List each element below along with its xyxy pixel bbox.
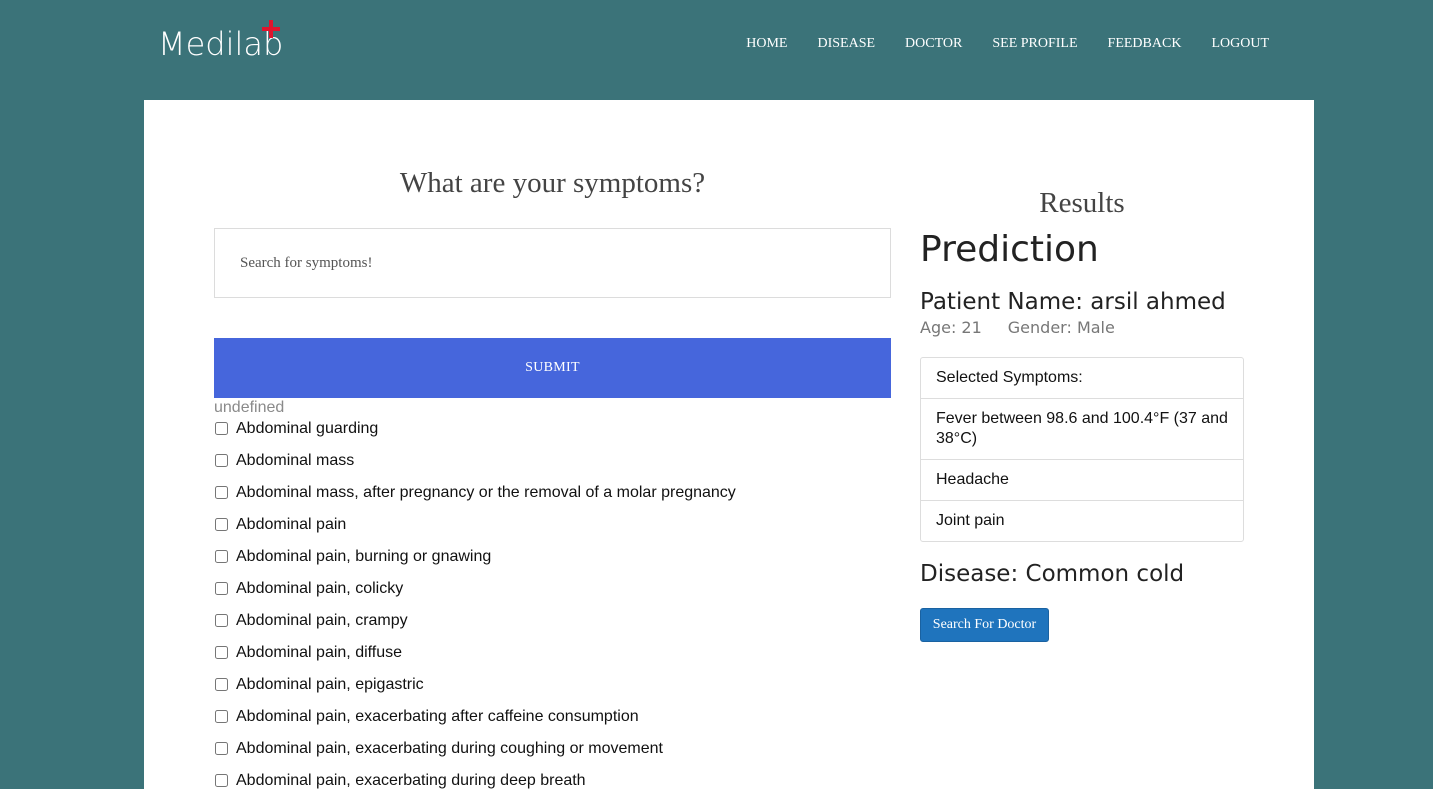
symptom-checkbox[interactable] xyxy=(215,518,228,531)
selected-symptoms-list: Selected Symptoms: Fever between 98.6 an… xyxy=(920,357,1244,542)
symptom-option: Abdominal pain, burning or gnawing xyxy=(214,548,736,580)
selected-symptom: Fever between 98.6 and 100.4°F (37 and 3… xyxy=(921,398,1243,459)
content-panel: What are your symptoms? SUBMIT undefined… xyxy=(144,100,1314,789)
symptom-option-label[interactable]: Abdominal mass xyxy=(236,452,354,470)
symptom-checkbox[interactable] xyxy=(215,454,228,467)
submit-button[interactable]: SUBMIT xyxy=(214,338,891,398)
symptom-checkbox[interactable] xyxy=(215,582,228,595)
symptom-option: Abdominal pain, crampy xyxy=(214,612,736,644)
nav-logout[interactable]: LOGOUT xyxy=(1211,36,1269,52)
symptom-option-label[interactable]: Abdominal pain xyxy=(236,516,346,534)
symptom-checkbox[interactable] xyxy=(215,550,228,563)
symptom-checkbox[interactable] xyxy=(215,710,228,723)
symptom-option-label[interactable]: Abdominal mass, after pregnancy or the r… xyxy=(236,484,736,502)
symptoms-title: What are your symptoms? xyxy=(399,167,706,199)
symptom-search-input[interactable] xyxy=(214,228,891,298)
symptom-checkbox[interactable] xyxy=(215,742,228,755)
symptom-option-label[interactable]: Abdominal pain, exacerbating during coug… xyxy=(236,740,663,758)
symptom-option: Abdominal pain, diffuse xyxy=(214,644,736,676)
predicted-disease: Disease: Common cold xyxy=(920,561,1185,587)
symptom-option: Abdominal pain xyxy=(214,516,736,548)
nav-doctor[interactable]: DOCTOR xyxy=(905,36,962,52)
symptom-option: Abdominal mass, after pregnancy or the r… xyxy=(214,484,736,516)
selected-symptom: Headache xyxy=(921,459,1243,500)
symptom-option: Abdominal mass xyxy=(214,452,736,484)
symptom-option-label[interactable]: Abdominal guarding xyxy=(236,420,378,438)
symptom-option-label[interactable]: Abdominal pain, crampy xyxy=(236,612,408,630)
selected-symptom: Joint pain xyxy=(921,500,1243,541)
patient-gender: Gender: Male xyxy=(1007,318,1115,337)
symptom-option-label[interactable]: Abdominal pain, exacerbating during deep… xyxy=(236,772,586,789)
symptom-option-label[interactable]: Abdominal pain, diffuse xyxy=(236,644,402,662)
top-navbar: Medilab HOME DISEASE DOCTOR SEE PROFILE … xyxy=(0,0,1433,100)
symptom-option: Abdominal pain, epigastric xyxy=(214,676,736,708)
symptom-checkbox[interactable] xyxy=(215,422,228,435)
symptom-option: Abdominal guarding xyxy=(214,420,736,452)
nav-disease[interactable]: DISEASE xyxy=(817,36,875,52)
symptom-checkbox[interactable] xyxy=(215,774,228,787)
symptom-option: Abdominal pain, colicky xyxy=(214,580,736,612)
results-title: Results xyxy=(1039,187,1125,219)
symptom-option-label[interactable]: Abdominal pain, burning or gnawing xyxy=(236,548,491,566)
selected-symptoms-header: Selected Symptoms: xyxy=(936,369,1083,386)
symptom-checkbox[interactable] xyxy=(215,646,228,659)
main-nav: HOME DISEASE DOCTOR SEE PROFILE FEEDBACK… xyxy=(716,36,1269,52)
prediction-heading: Prediction xyxy=(920,229,1099,270)
plus-icon xyxy=(262,20,280,38)
symptom-option: Abdominal pain, exacerbating during deep… xyxy=(214,772,736,789)
nav-feedback[interactable]: FEEDBACK xyxy=(1108,36,1182,52)
patient-name: Patient Name: arsil ahmed xyxy=(920,289,1226,315)
symptom-checkbox[interactable] xyxy=(215,486,228,499)
search-for-doctor-button[interactable]: Search For Doctor xyxy=(920,608,1049,642)
status-text: undefined xyxy=(214,399,285,416)
patient-details: Age: 21 Gender: Male xyxy=(920,318,1115,338)
symptom-checkbox[interactable] xyxy=(215,678,228,691)
symptom-option-label[interactable]: Abdominal pain, exacerbating after caffe… xyxy=(236,708,639,726)
symptom-option: Abdominal pain, exacerbating after caffe… xyxy=(214,708,736,740)
symptom-option-label[interactable]: Abdominal pain, colicky xyxy=(236,580,403,598)
symptom-checkbox[interactable] xyxy=(215,614,228,627)
symptom-checkbox-list: Abdominal guarding Abdominal mass Abdomi… xyxy=(214,420,736,789)
symptom-option: Abdominal pain, exacerbating during coug… xyxy=(214,740,736,772)
symptom-option-label[interactable]: Abdominal pain, epigastric xyxy=(236,676,424,694)
nav-see-profile[interactable]: SEE PROFILE xyxy=(992,36,1077,52)
patient-age: Age: 21 xyxy=(920,318,982,337)
nav-home[interactable]: HOME xyxy=(746,36,787,52)
